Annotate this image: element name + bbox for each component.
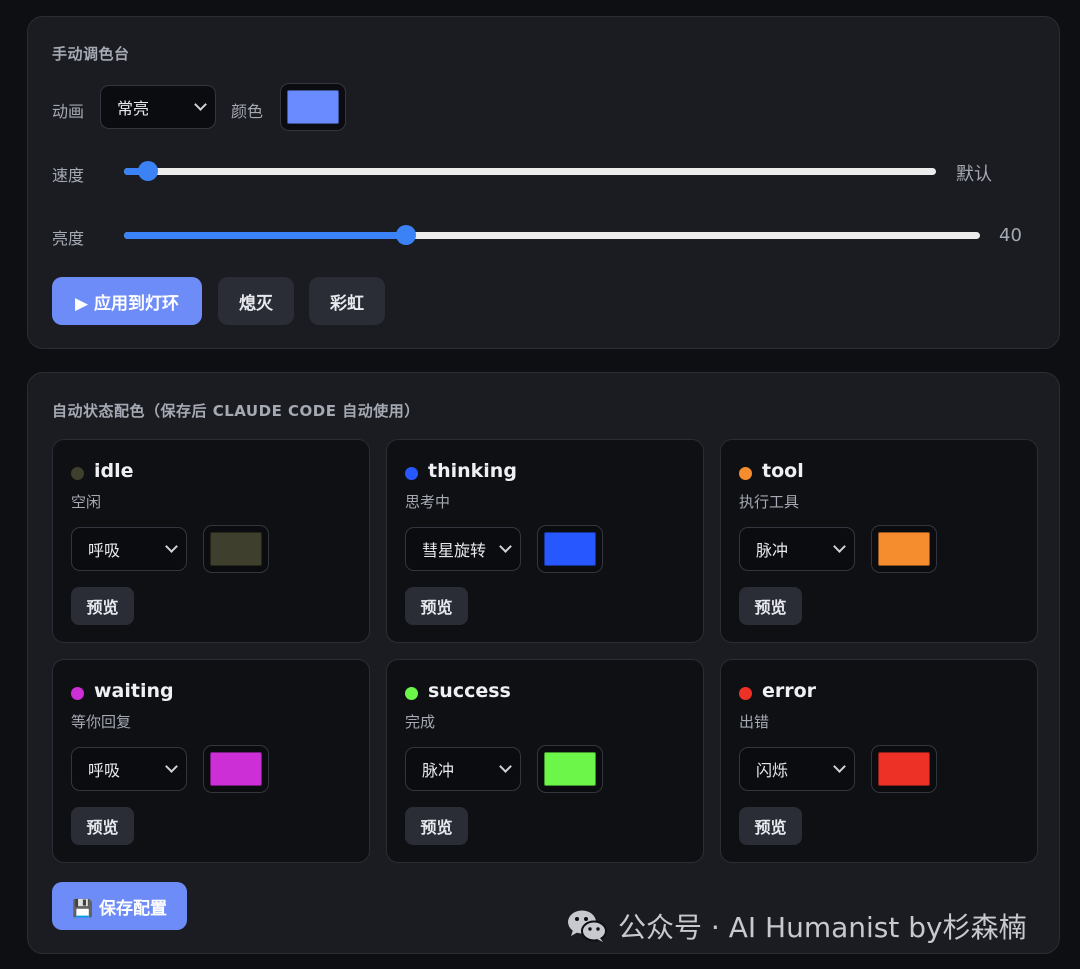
state-color-picker[interactable] bbox=[203, 525, 269, 573]
state-name: idle bbox=[94, 460, 134, 482]
state-description: 思考中 bbox=[405, 493, 451, 511]
slider-track bbox=[124, 168, 936, 175]
wechat-icon bbox=[566, 908, 608, 944]
preview-button[interactable]: 预览 bbox=[71, 807, 134, 845]
state-color-picker[interactable] bbox=[537, 525, 603, 573]
state-description: 完成 bbox=[405, 713, 436, 731]
state-animation-select[interactable]: 呼吸 bbox=[71, 747, 187, 791]
color-swatch bbox=[287, 90, 339, 124]
state-name: waiting bbox=[94, 680, 174, 702]
state-description: 空闲 bbox=[71, 493, 102, 511]
state-color-picker[interactable] bbox=[871, 525, 937, 573]
preview-button[interactable]: 预览 bbox=[739, 587, 802, 625]
chevron-down-icon bbox=[833, 540, 846, 553]
auto-status-colors-panel: 自动状态配色（保存后 CLAUDE CODE 自动使用） idle 空闲 呼吸 预览 t… bbox=[27, 372, 1060, 954]
state-name: thinking bbox=[428, 460, 517, 482]
state-color-swatch bbox=[210, 752, 262, 786]
chevron-down-icon bbox=[165, 760, 178, 773]
animation-select-value: 常亮 bbox=[117, 99, 150, 118]
speed-slider[interactable] bbox=[124, 161, 936, 181]
state-animation-select[interactable]: 闪烁 bbox=[739, 747, 855, 791]
animation-select[interactable]: 常亮 bbox=[100, 85, 216, 129]
turn-off-button[interactable]: 熄灭 bbox=[218, 277, 294, 325]
speed-value: 默认 bbox=[956, 164, 992, 185]
rainbow-button[interactable]: 彩虹 bbox=[309, 277, 385, 325]
watermark: 公众号 · AI Humanist by杉森楠 bbox=[566, 906, 1027, 946]
state-color-swatch bbox=[544, 532, 596, 566]
chevron-down-icon bbox=[165, 540, 178, 553]
status-dot bbox=[405, 687, 418, 700]
animation-label: 动画 bbox=[52, 102, 85, 121]
state-animation-value: 呼吸 bbox=[88, 541, 121, 560]
state-animation-value: 闪烁 bbox=[756, 761, 789, 780]
state-card-success: success 完成脉冲预览 bbox=[386, 659, 704, 863]
speed-label: 速度 bbox=[52, 166, 85, 185]
state-description: 出错 bbox=[739, 713, 770, 731]
state-animation-value: 脉冲 bbox=[422, 761, 455, 780]
state-card-error: error 出错闪烁预览 bbox=[720, 659, 1038, 863]
save-config-button[interactable]: 💾 保存配置 bbox=[52, 882, 187, 930]
state-card-tool: tool 执行工具脉冲预览 bbox=[720, 439, 1038, 643]
manual-palette-panel: 手动调色台 动画 常亮 颜色 速度 默认 亮度 40 ▶ 应用到灯环 熄灭 彩虹 bbox=[27, 16, 1060, 349]
brightness-slider[interactable] bbox=[124, 225, 980, 245]
status-dot bbox=[739, 467, 752, 480]
apply-to-ring-button[interactable]: ▶ 应用到灯环 bbox=[52, 277, 202, 325]
preview-button[interactable]: 预览 bbox=[71, 587, 134, 625]
state-description: 执行工具 bbox=[739, 493, 800, 511]
state-color-picker[interactable] bbox=[871, 745, 937, 793]
state-name: error bbox=[762, 680, 817, 702]
state-color-swatch bbox=[210, 532, 262, 566]
state-color-picker[interactable] bbox=[537, 745, 603, 793]
state-animation-select[interactable]: 脉冲 bbox=[405, 747, 521, 791]
status-dot bbox=[739, 687, 752, 700]
color-picker[interactable] bbox=[280, 83, 346, 131]
slider-fill bbox=[124, 232, 407, 239]
state-animation-select[interactable]: 彗星旋转 bbox=[405, 527, 521, 571]
chevron-down-icon bbox=[499, 760, 512, 773]
slider-thumb[interactable] bbox=[138, 161, 159, 181]
state-card-thinking: thinking 思考中彗星旋转预览 bbox=[386, 439, 704, 643]
manual-palette-title: 手动调色台 bbox=[52, 45, 130, 63]
state-card-waiting: waiting 等你回复呼吸预览 bbox=[52, 659, 370, 863]
state-color-picker[interactable] bbox=[203, 745, 269, 793]
brightness-value: 40 bbox=[999, 225, 1022, 246]
state-name: success bbox=[428, 680, 511, 702]
state-animation-value: 脉冲 bbox=[756, 541, 789, 560]
auto-status-title: 自动状态配色（保存后 CLAUDE CODE 自动使用） bbox=[52, 402, 420, 420]
status-dot bbox=[405, 467, 418, 480]
state-name: tool bbox=[762, 460, 804, 482]
slider-thumb[interactable] bbox=[396, 225, 417, 245]
brightness-label: 亮度 bbox=[52, 229, 85, 248]
state-card-idle: idle 空闲呼吸预览 bbox=[52, 439, 370, 643]
preview-button[interactable]: 预览 bbox=[405, 807, 468, 845]
status-dot bbox=[71, 467, 84, 480]
watermark-text: 公众号 · AI Humanist by杉森楠 bbox=[618, 911, 1027, 944]
state-animation-value: 彗星旋转 bbox=[422, 541, 487, 560]
chevron-down-icon bbox=[499, 540, 512, 553]
chevron-down-icon bbox=[833, 760, 846, 773]
state-animation-select[interactable]: 呼吸 bbox=[71, 527, 187, 571]
preview-button[interactable]: 预览 bbox=[405, 587, 468, 625]
state-color-swatch bbox=[544, 752, 596, 786]
state-color-swatch bbox=[878, 752, 930, 786]
state-animation-select[interactable]: 脉冲 bbox=[739, 527, 855, 571]
chevron-down-icon bbox=[194, 98, 207, 111]
state-color-swatch bbox=[878, 532, 930, 566]
state-description: 等你回复 bbox=[71, 713, 132, 731]
preview-button[interactable]: 预览 bbox=[739, 807, 802, 845]
state-animation-value: 呼吸 bbox=[88, 761, 121, 780]
color-label: 颜色 bbox=[231, 102, 264, 121]
status-dot bbox=[71, 687, 84, 700]
